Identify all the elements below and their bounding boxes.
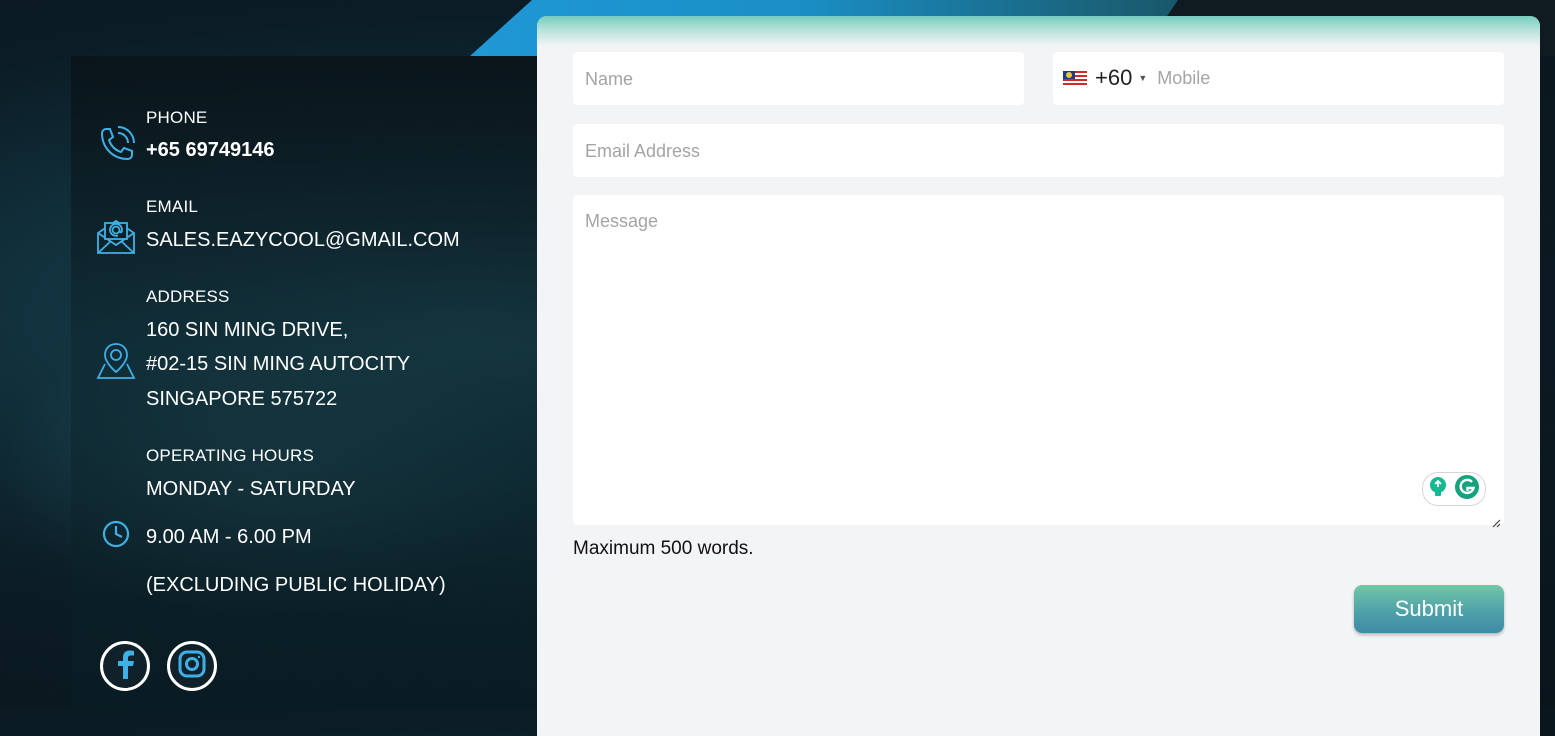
address-line-2: #02-15 SIN MING AUTOCITY	[146, 353, 411, 375]
resize-handle-icon[interactable]	[1491, 512, 1501, 528]
malaysia-flag-icon	[1063, 71, 1087, 85]
grammarly-widget[interactable]	[1422, 472, 1486, 506]
email-label: EMAIL	[146, 197, 199, 216]
address-line-3: SINGAPORE 575722	[146, 388, 338, 410]
facebook-link[interactable]	[100, 641, 150, 691]
phone-icon	[96, 125, 136, 169]
lightbulb-icon	[1428, 476, 1448, 503]
hours-label: OPERATING HOURS	[146, 446, 314, 465]
map-pin-icon	[96, 340, 136, 384]
instagram-icon	[178, 650, 206, 682]
message-placeholder: Message	[585, 211, 659, 231]
hours-note: (EXCLUDING PUBLIC HOLIDAY)	[146, 574, 446, 596]
message-length-hint: Maximum 500 words.	[573, 538, 754, 559]
name-placeholder: Name	[585, 69, 634, 89]
country-code: +60	[1095, 65, 1133, 90]
hours-days: MONDAY - SATURDAY	[146, 478, 356, 500]
address-label: ADDRESS	[146, 287, 230, 306]
email-field[interactable]: Email Address	[573, 124, 1504, 177]
clock-icon	[101, 519, 131, 553]
caret-down-icon: ▼	[1138, 73, 1148, 83]
mobile-field[interactable]: +60 ▼ Mobile	[1053, 52, 1504, 105]
instagram-link[interactable]	[167, 641, 217, 691]
envelope-icon	[96, 217, 136, 259]
address-line-1: 160 SIN MING DRIVE,	[146, 319, 349, 341]
message-textarea[interactable]: Message	[573, 195, 1504, 528]
phone-value[interactable]: +65 69749146	[146, 133, 274, 167]
email-placeholder: Email Address	[585, 141, 701, 161]
mobile-placeholder: Mobile	[1157, 67, 1211, 88]
name-field[interactable]: Name	[573, 52, 1024, 105]
country-code-selector[interactable]: +60 ▼ Mobile	[1063, 65, 1210, 91]
grammarly-icon	[1454, 474, 1480, 505]
hours-time: 9.00 AM - 6.00 PM	[146, 526, 312, 548]
facebook-icon	[114, 649, 136, 683]
phone-label: PHONE	[146, 108, 208, 127]
submit-button[interactable]: Submit	[1354, 585, 1504, 633]
email-value[interactable]: SALES.EAZYCOOL@GMAIL.COM	[146, 223, 460, 257]
